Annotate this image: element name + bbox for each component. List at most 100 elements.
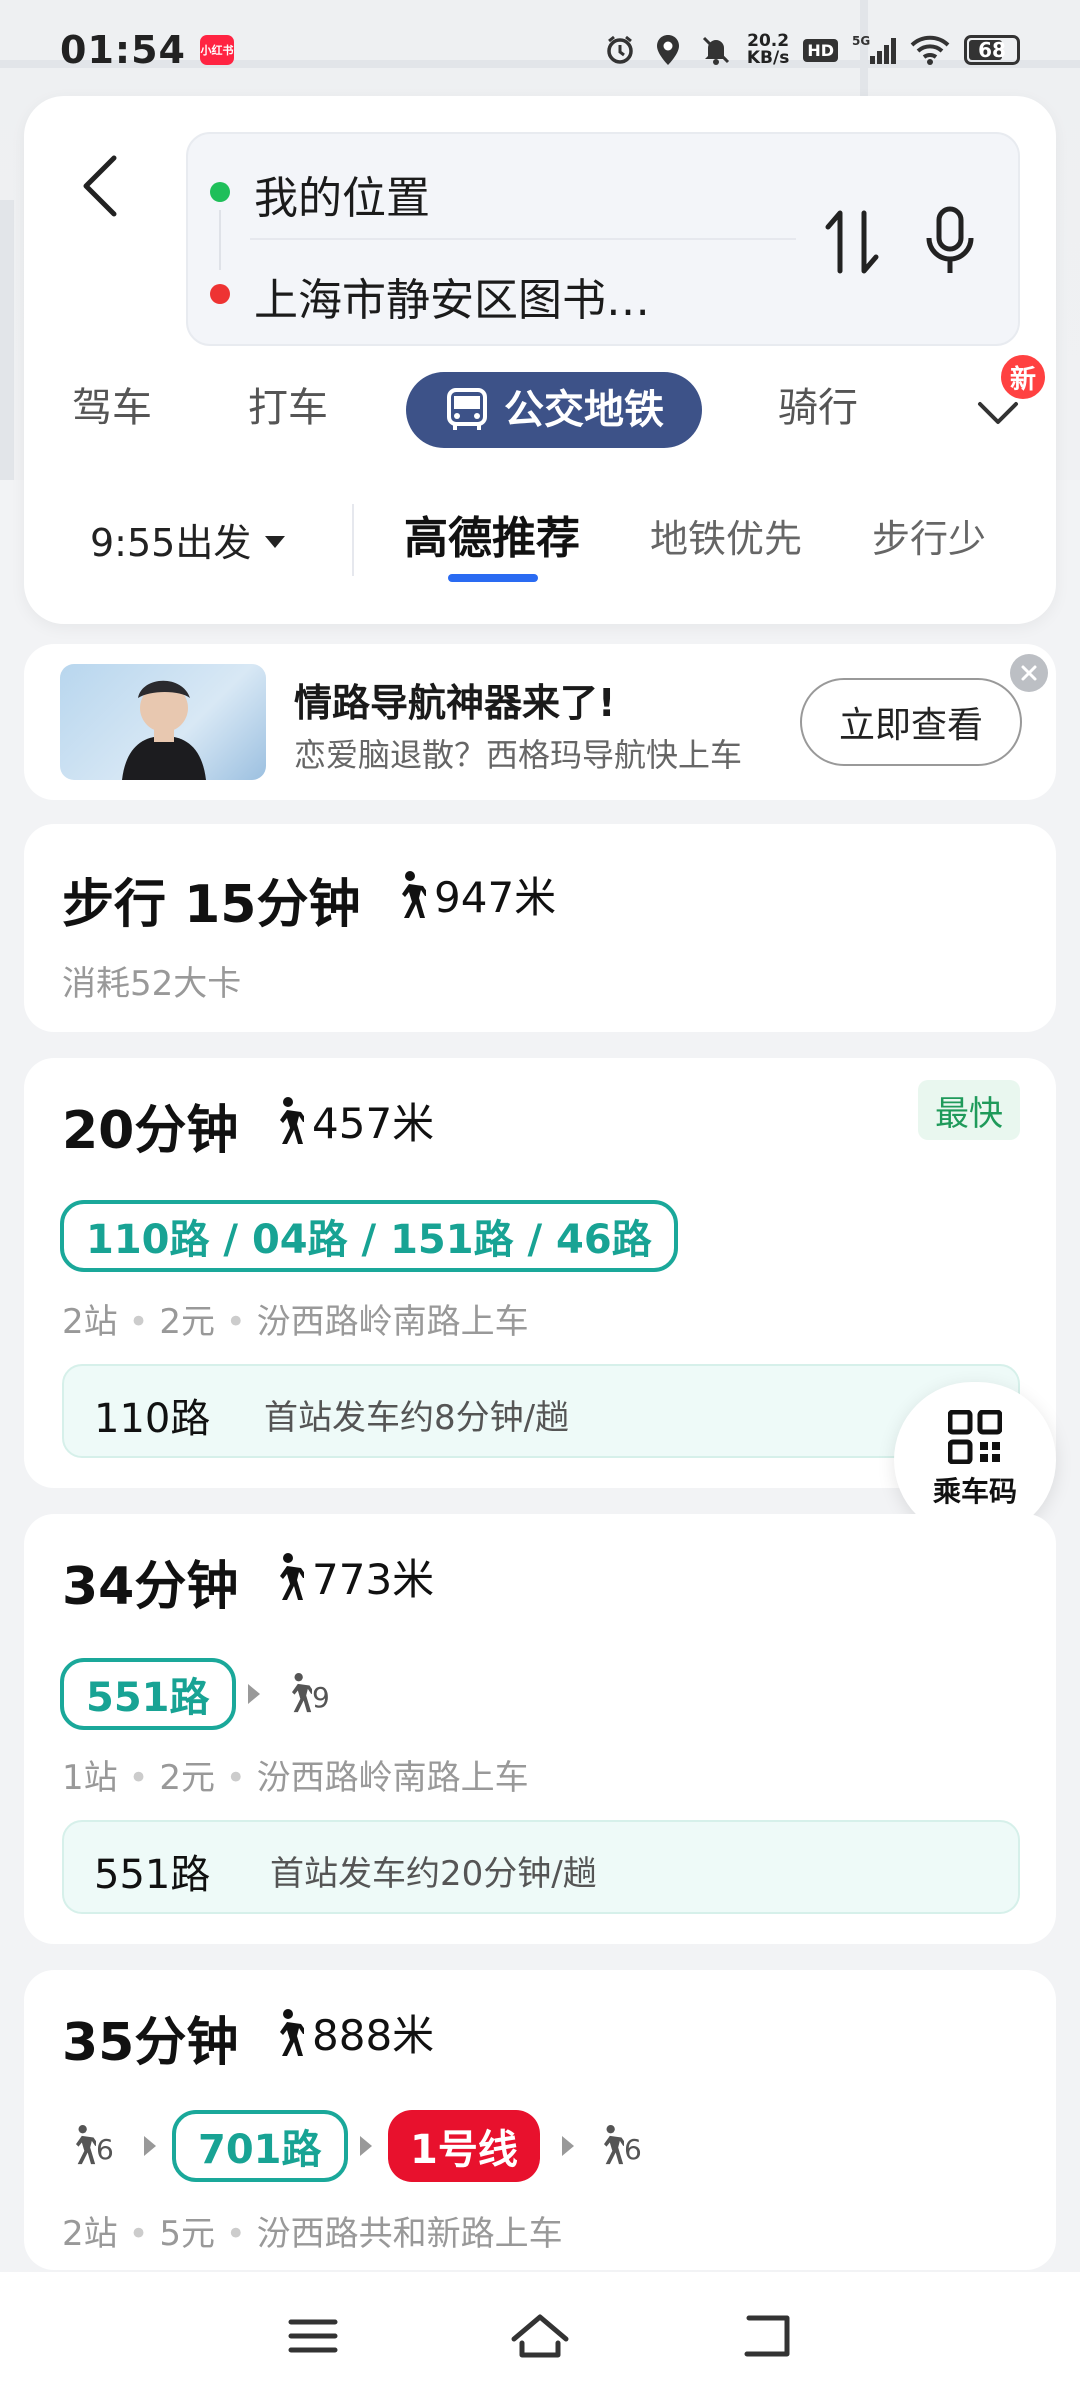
route-walk-distance: 457米 [268,1090,434,1151]
origin-dot [210,182,230,202]
tab-bus-subway-label: 公交地铁 [504,387,664,433]
departure-time-label: 9:55出发 [90,521,252,565]
active-pref-underline [448,574,538,582]
pref-subway-first[interactable]: 地铁优先 [650,508,802,563]
walk-before: 6 [66,2124,114,2166]
field-divider [250,238,796,240]
walking-person-icon [292,1673,312,1713]
destination-dot [210,284,230,304]
route-info: 2站 • 5元 • 汾西路共和新路上车 [62,2214,563,2254]
bus-line-tag: 701路 [172,2110,348,2182]
promo-title: 情路导航神器来了! [294,681,616,725]
back-nav-icon [744,2315,790,2357]
route-card[interactable]: 35分钟 888米 6 701路 1号线 6 2站 • 5元 • 汾西路共和新路… [24,1970,1056,2270]
walk-calories: 消耗52大卡 [62,964,242,1004]
walking-person-icon [280,1096,304,1144]
subway-line-tag: 1号线 [388,2110,540,2182]
swap-icon [825,210,879,274]
pref-divider [352,504,354,576]
qr-code-icon [948,1410,1002,1464]
promo-banner[interactable]: 情路导航神器来了! 恋爱脑退散？西格玛导航快上车 立即查看 [24,644,1056,800]
svg-text:5G: 5G [852,34,870,48]
home-icon [511,2314,569,2358]
walk-before-value: 6 [96,2133,114,2166]
bus-icon [447,388,487,430]
clock: 01:54 [60,28,186,72]
qr-label: 乘车码 [932,1475,1017,1508]
back-arrow-icon [83,155,117,217]
microphone-icon [926,206,974,273]
network-speed: 20.2 KB/s [746,31,790,68]
departure-frequency: 首站发车约8分钟/趟 [264,1398,570,1438]
route-walk-distance: 888米 [268,2002,434,2063]
departure-frequency: 首站发车约20分钟/趟 [270,1854,597,1894]
route-duration: 20分钟 [62,1101,239,1161]
walk-after-value: 6 [624,2133,642,2166]
walking-person-icon [402,870,426,918]
new-badge: 新 [998,352,1048,402]
bus-line-tag: 551路 [60,1658,236,1730]
departure-time-selector[interactable]: 9:55出发 [90,512,286,567]
transfer-arrow-icon [360,2136,372,2156]
status-bar: 01:54 小红书 20.2 KB/s HD 5G 68 [0,0,1080,100]
route-card-walk[interactable]: 步行 15分钟 947米 消耗52大卡 [24,824,1056,1032]
walking-person-icon [604,2125,624,2165]
walking-person-icon [76,2125,96,2165]
transfer-arrow-icon [562,2136,574,2156]
menu-button[interactable] [268,2291,358,2381]
route-walk-distance: 773米 [268,1546,434,1607]
route-info: 1站 • 2元 • 汾西路岭南路上车 [62,1758,529,1798]
caret-down-icon [265,535,286,548]
transfer-walk: 9 [282,1672,330,1714]
home-button[interactable] [495,2291,585,2381]
walk-after: 6 [594,2124,642,2166]
menu-icon [288,2319,338,2353]
route-duration: 35分钟 [62,2013,239,2073]
back-button[interactable] [60,146,140,226]
promo-image [60,664,266,780]
walking-person-icon [280,2008,304,2056]
pref-recommended[interactable]: 高德推荐 [404,502,580,566]
walking-person-icon [280,1552,304,1600]
route-connector [219,210,221,270]
chevron-down-icon [978,402,1018,424]
route-walk-value: 457米 [312,1099,435,1148]
transfer-arrow-icon [144,2136,156,2156]
transfer-walk-value: 9 [312,1681,330,1714]
tab-taxi[interactable]: 打车 [248,378,328,438]
pref-less-walk[interactable]: 步行少 [872,508,986,563]
mute-bell-icon [699,33,733,67]
swap-button[interactable] [814,204,890,280]
walk-distance-value: 947米 [434,873,557,922]
walk-distance: 947米 [390,864,556,925]
route-input-box: 我的位置 上海市静安区图书… [186,132,1020,346]
promo-close-button[interactable] [1010,654,1048,692]
tab-ride[interactable]: 骑行 [778,378,858,438]
route-duration: 34分钟 [62,1557,239,1617]
transfer-arrow-icon [248,1684,260,1704]
tab-bus-subway[interactable]: 公交地铁 [406,372,702,448]
battery-indicator: 68 [964,35,1020,65]
voice-input-button[interactable] [910,202,990,282]
wifi-icon [910,33,950,67]
destination-field[interactable]: 上海市静安区图书… [254,264,694,328]
departure-line: 110路 [94,1396,211,1442]
route-info: 2站 • 2元 • 汾西路岭南路上车 [62,1302,529,1342]
xiaohongshu-app-icon: 小红书 [199,35,234,65]
route-planner-card: 我的位置 上海市静安区图书… 驾车 打车 公交地铁 骑行 新 9:55出发 高德… [24,96,1056,624]
promo-subtitle: 恋爱脑退散？西格玛导航快上车 [294,736,743,774]
promo-view-button[interactable]: 立即查看 [800,678,1022,766]
location-icon [651,33,685,67]
route-card[interactable]: 20分钟 457米 最快 110路 / 04路 / 151路 / 46路 2站 … [24,1058,1056,1488]
alarm-icon [603,33,637,67]
departure-line: 551路 [94,1852,211,1898]
tab-drive[interactable]: 驾车 [72,378,152,438]
route-card[interactable]: 34分钟 773米 551路 9 1站 • 2元 • 汾西路岭南路上车 551路… [24,1514,1056,1944]
hd-badge: HD [803,38,838,62]
back-nav-button[interactable] [722,2291,812,2381]
close-icon [1021,665,1037,681]
origin-field[interactable]: 我的位置 [254,162,430,226]
walk-route-title: 步行 15分钟 [62,875,361,935]
fastest-tag: 最快 [918,1080,1020,1140]
route-walk-value: 773米 [312,1555,435,1604]
